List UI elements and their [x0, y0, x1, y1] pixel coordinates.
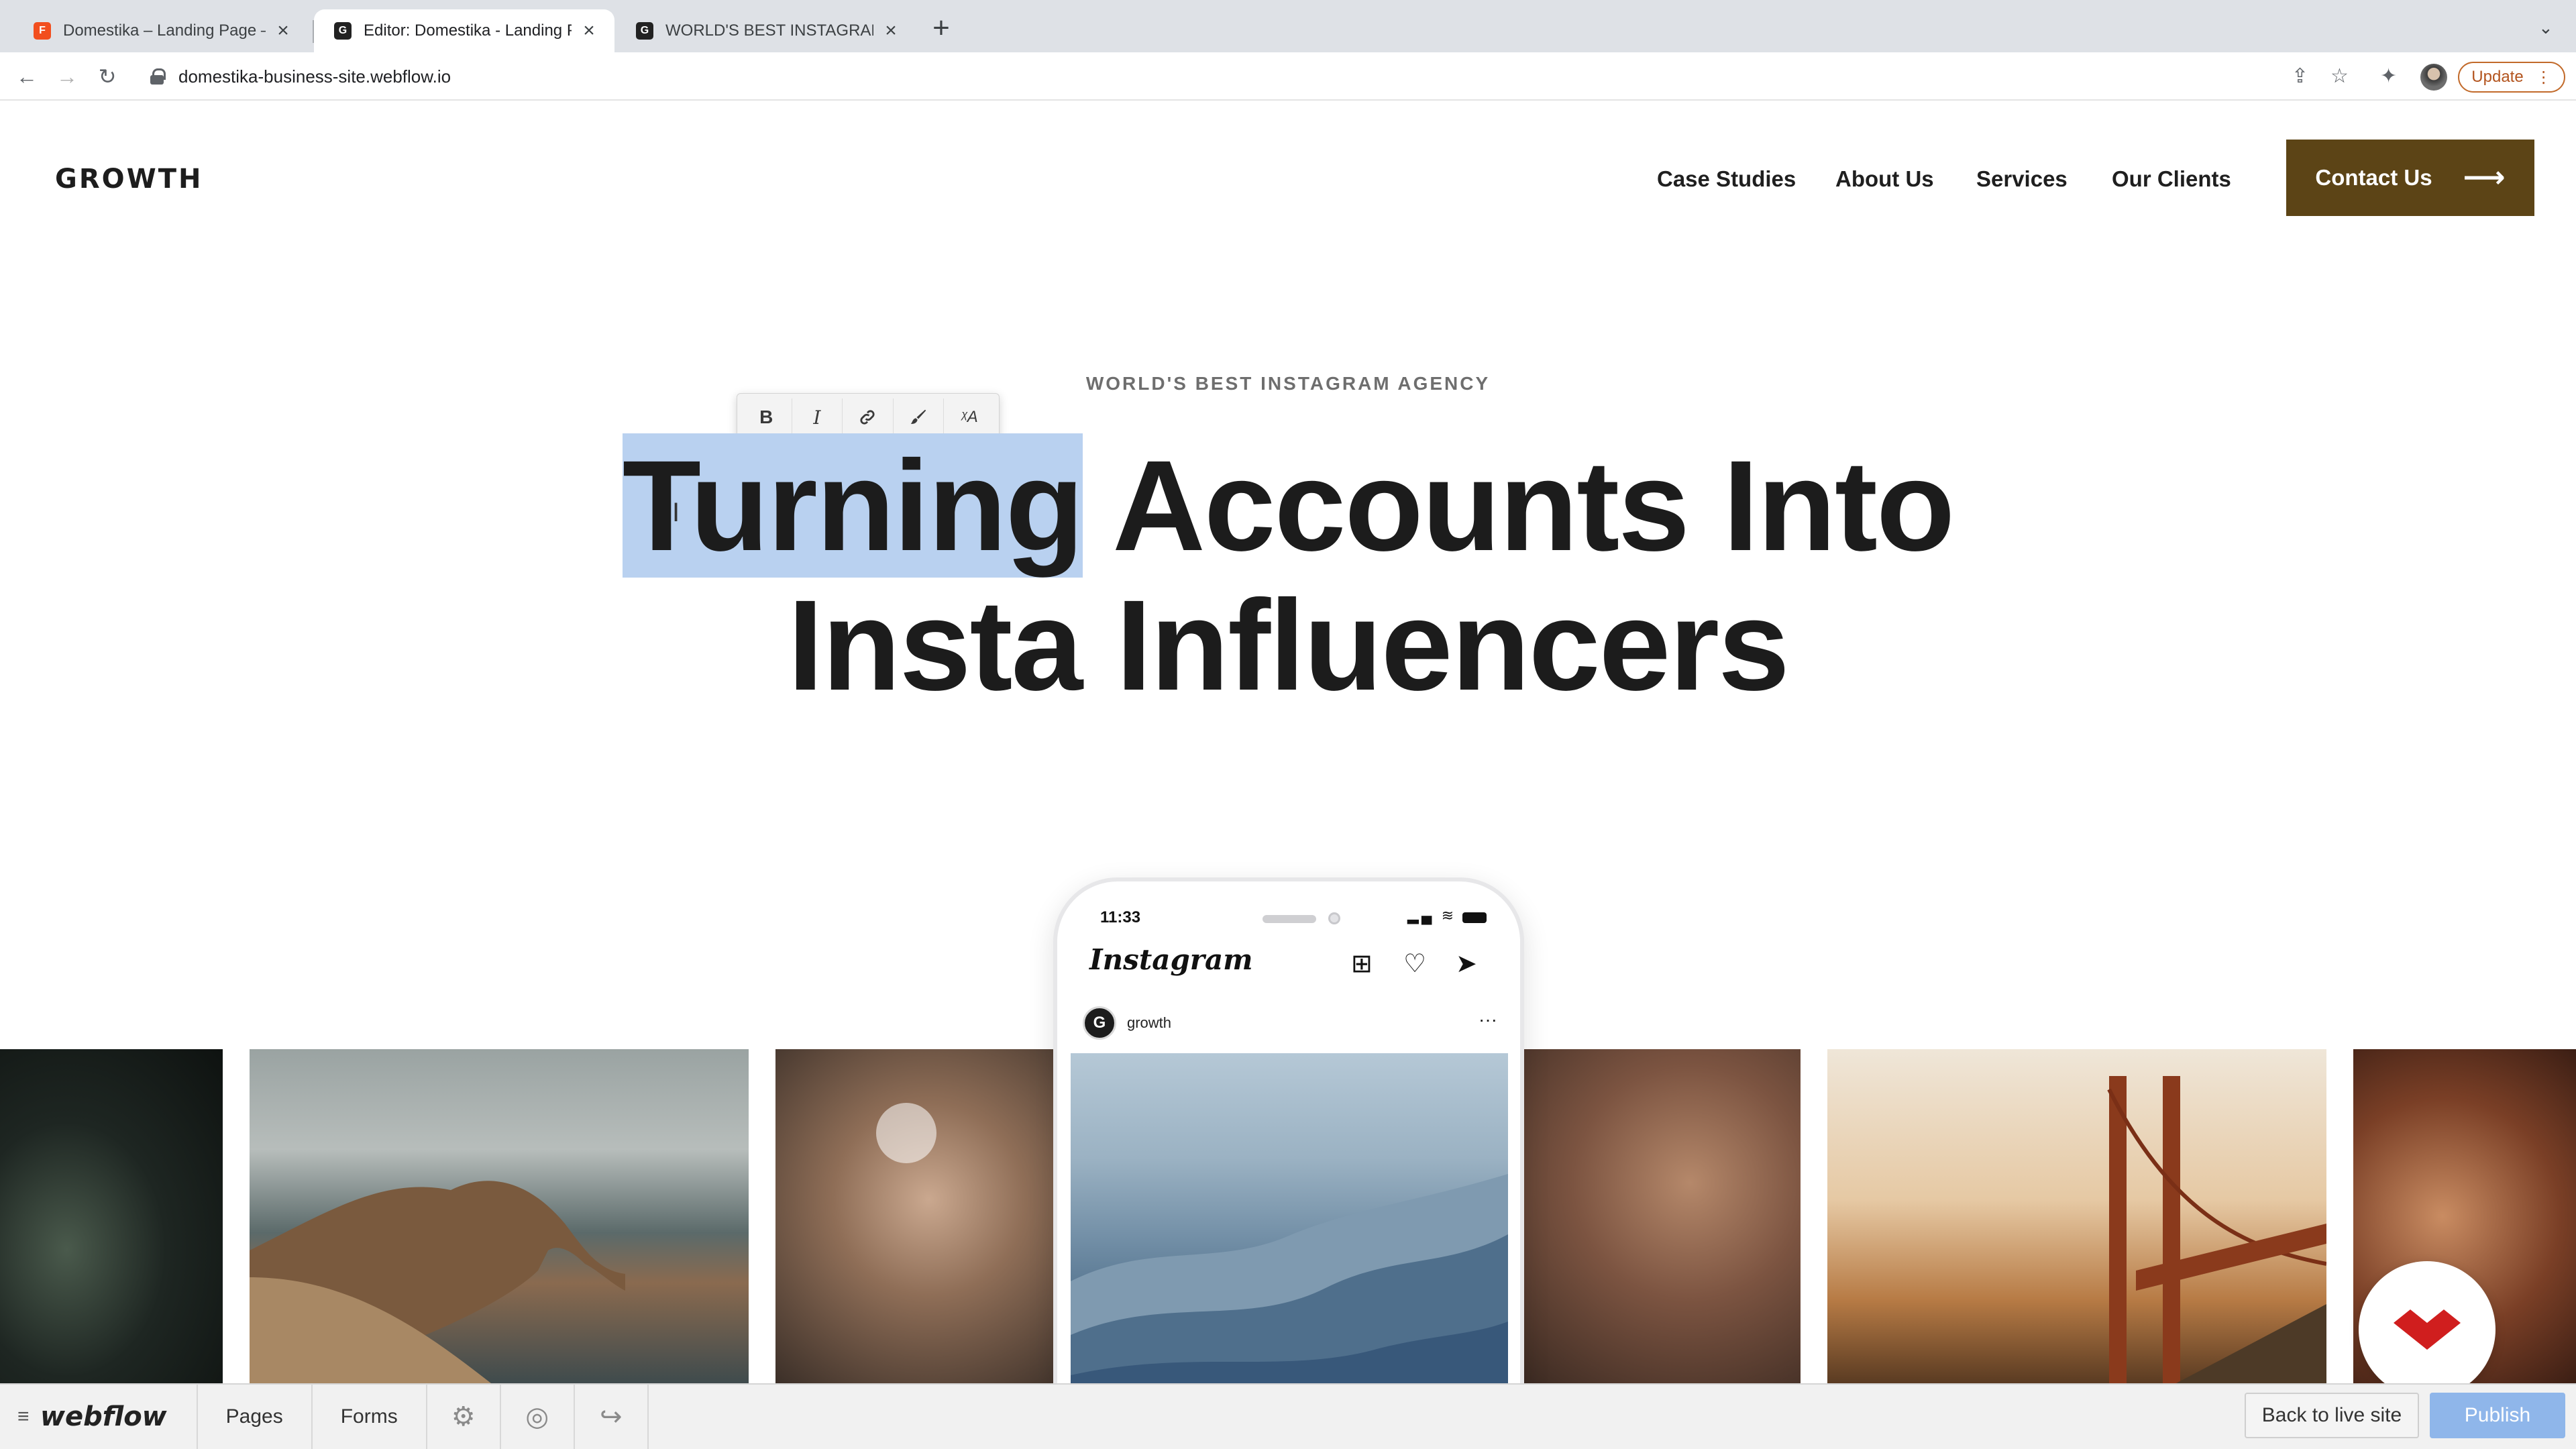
update-button[interactable]: Update ⋮ [2458, 62, 2565, 93]
webflow-editor-bar: ≡ webflow Pages Forms ⚙ ◎ ↪ [0, 1383, 2576, 1449]
phone-mockup: 11:33 ▂▄ ≋ Instagram ⊞ ♡ ➤ G growth ··· [1053, 877, 1524, 1387]
share-icon[interactable]: ⇪ [2292, 64, 2308, 88]
phone-speaker [1263, 915, 1316, 923]
arrow-right-icon: ⟶ [2463, 161, 2506, 194]
site-header: GROWTH Case Studies About Us Services Ou… [0, 102, 2576, 256]
growth-favicon-icon: G [334, 22, 352, 40]
chevron-down-icon[interactable]: ⌄ [2538, 17, 2553, 38]
phone-camera [1328, 912, 1340, 924]
ig-post-mountains [1071, 1053, 1508, 1387]
site-logo[interactable]: GROWTH [55, 164, 203, 195]
contact-us-button[interactable]: Contact Us ⟶ [2286, 140, 2534, 216]
photo-coastal-arch [250, 1049, 749, 1383]
hero-eyebrow: WORLD'S BEST INSTAGRAM AGENCY [1085, 373, 1491, 394]
publish-button[interactable]: Publish [2430, 1393, 2565, 1438]
forms-button[interactable]: Forms [313, 1384, 427, 1449]
more-vert-icon: ⋮ [2535, 68, 2552, 87]
instagram-logo: Instagram [1089, 943, 1253, 976]
bold-icon[interactable]: B [741, 398, 792, 436]
italic-icon[interactable]: I [792, 398, 843, 436]
nav-case-studies[interactable]: Case Studies [1657, 166, 1796, 192]
nav-our-clients[interactable]: Our Clients [2112, 166, 2231, 192]
figma-icon: F [34, 22, 51, 40]
selected-text[interactable]: Turning [622, 433, 1084, 578]
forms-label: Forms [340, 1405, 398, 1428]
url-text: domestika-business-site.webflow.io [178, 66, 451, 87]
add-post-icon: ⊞ [1351, 950, 1373, 978]
photo-golden-gate-bridge [1827, 1049, 2326, 1383]
webflow-logo: webflow [40, 1401, 167, 1432]
update-label: Update [2471, 68, 2524, 86]
contact-label: Contact Us [2315, 165, 2432, 190]
help-icon[interactable]: ◎ [501, 1384, 575, 1449]
tab-webflow-editor[interactable]: G Editor: Domestika - Landing Pa × [314, 9, 614, 52]
headline-line1-rest: Accounts Into [1083, 433, 1955, 578]
brush-icon[interactable] [894, 398, 945, 436]
domestika-badge-icon[interactable] [2359, 1261, 2496, 1398]
signal-wifi-icon: ▂▄ ≋ [1407, 907, 1457, 924]
phone-time: 11:33 [1100, 908, 1141, 926]
address-bar[interactable]: domestika-business-site.webflow.io [138, 59, 2292, 94]
ig-username: growth [1127, 1014, 1172, 1031]
tab-title: Domestika – Landing Page – Fi [63, 21, 266, 40]
browser-toolbar: ← → ↻ domestika-business-site.webflow.io… [0, 52, 2576, 101]
close-icon[interactable]: × [272, 19, 294, 42]
logout-icon[interactable]: ↪ [575, 1384, 649, 1449]
hamburger-menu-icon[interactable]: ≡ [17, 1405, 40, 1428]
headline-line2: Insta Influencers [788, 573, 1790, 717]
battery-icon [1462, 912, 1487, 923]
lock-icon [150, 68, 166, 85]
send-icon: ➤ [1456, 950, 1477, 978]
nav-services[interactable]: Services [1976, 166, 2068, 192]
browser-tab-bar: F Domestika – Landing Page – Fi × G Edit… [0, 0, 2576, 52]
link-icon[interactable] [843, 398, 894, 436]
pages-label: Pages [225, 1405, 283, 1428]
ig-avatar: G [1083, 1006, 1116, 1040]
extensions-icon[interactable]: ✦ [2380, 64, 2397, 88]
growth-favicon-icon: G [636, 22, 653, 40]
tab-figma[interactable]: F Domestika – Landing Page – Fi × [13, 9, 309, 52]
new-tab-button[interactable]: + [928, 13, 955, 43]
tab-title: Editor: Domestika - Landing Pa [364, 21, 572, 40]
tab-title: WORLD'S BEST INSTAGRAM A [665, 21, 873, 40]
clear-format-icon[interactable]: ᵡA [944, 398, 995, 436]
pages-button[interactable]: Pages [198, 1384, 313, 1449]
editor-logo-cell: ≡ webflow [0, 1384, 198, 1449]
nav-about-us[interactable]: About Us [1835, 166, 1934, 192]
photo-woman-portrait [1524, 1049, 1801, 1383]
photo-leaves [0, 1049, 223, 1383]
more-horiz-icon: ··· [1479, 1009, 1497, 1030]
back-arrow-icon[interactable]: ← [11, 60, 43, 93]
hero-headline[interactable]: Turning Accounts Into Insta Influencers [0, 433, 2576, 717]
star-icon[interactable]: ☆ [2330, 64, 2349, 88]
close-icon[interactable]: × [578, 19, 600, 42]
text-cursor-icon: I [672, 498, 680, 527]
heart-icon: ♡ [1403, 950, 1427, 978]
close-icon[interactable]: × [880, 19, 902, 42]
back-to-live-site-button[interactable]: Back to live site [2245, 1393, 2419, 1438]
forward-arrow-icon[interactable]: → [51, 60, 83, 93]
profile-avatar[interactable] [2420, 64, 2447, 91]
tab-growth-site[interactable]: G WORLD'S BEST INSTAGRAM A × [616, 9, 916, 52]
reload-icon[interactable]: ↻ [91, 60, 123, 93]
photo-man-portrait [775, 1049, 1055, 1383]
gear-icon[interactable]: ⚙ [427, 1384, 501, 1449]
